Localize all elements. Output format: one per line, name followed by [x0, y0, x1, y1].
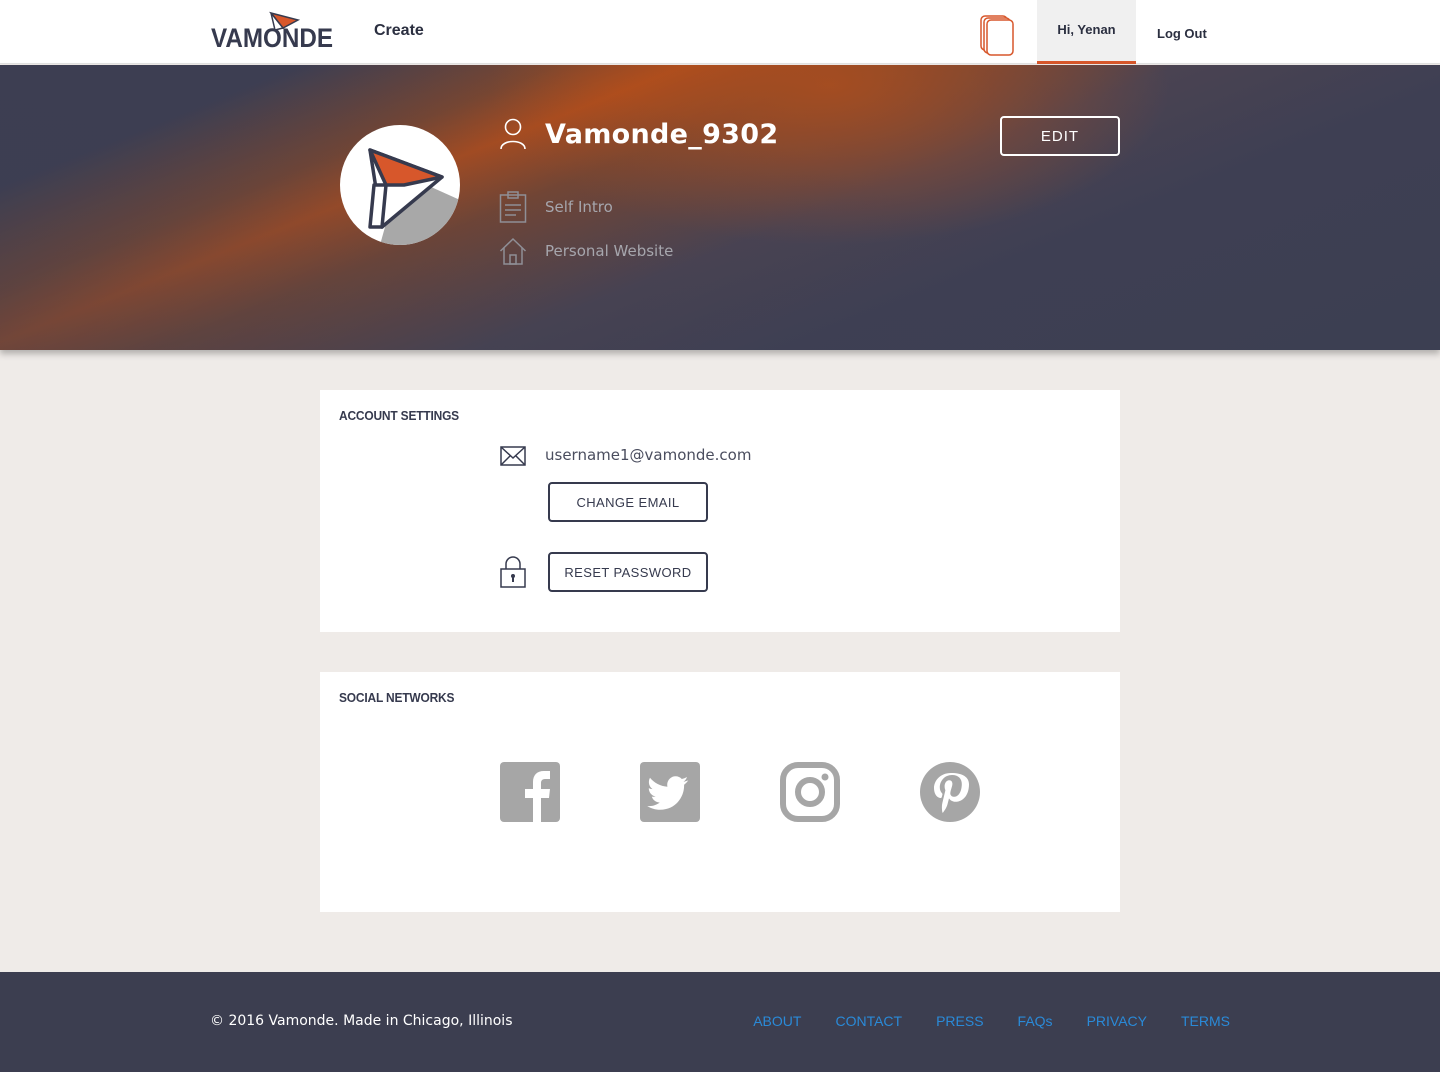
- social-networks-card: SOCIAL NETWORKS: [320, 672, 1120, 912]
- vamonde-logo[interactable]: VAMONDE: [211, 10, 335, 53]
- footer-link-terms[interactable]: TERMS: [1181, 1013, 1230, 1029]
- username-row: Vamonde_9302: [499, 117, 778, 151]
- website-placeholder[interactable]: Personal Website: [545, 242, 673, 260]
- self-intro-row[interactable]: Self Intro: [499, 190, 613, 224]
- account-settings-title: ACCOUNT SETTINGS: [339, 408, 459, 423]
- footer-links: ABOUT CONTACT PRESS FAQs PRIVACY TERMS: [753, 1013, 1230, 1029]
- facebook-icon[interactable]: [500, 762, 560, 822]
- logo-text: VAMONDE: [211, 23, 333, 50]
- account-settings-card: ACCOUNT SETTINGS username1@vamonde.com C…: [320, 390, 1120, 632]
- clipboard-icon: [499, 191, 527, 223]
- top-nav: VAMONDE Create Hi, Yenan Log Out: [0, 0, 1440, 64]
- footer-link-faqs[interactable]: FAQs: [1018, 1013, 1053, 1029]
- account-email: username1@vamonde.com: [545, 446, 752, 464]
- footer-link-about[interactable]: ABOUT: [753, 1013, 801, 1029]
- user-menu[interactable]: Hi, Yenan: [1037, 0, 1136, 64]
- footer-link-contact[interactable]: CONTACT: [835, 1013, 902, 1029]
- lock-icon: [500, 556, 526, 588]
- website-row[interactable]: Personal Website: [499, 234, 673, 268]
- twitter-icon[interactable]: [640, 762, 700, 822]
- username: Vamonde_9302: [545, 118, 779, 150]
- instagram-icon[interactable]: [780, 762, 840, 822]
- footer-link-privacy[interactable]: PRIVACY: [1087, 1013, 1147, 1029]
- user-icon: [500, 118, 526, 150]
- footer: © 2016 Vamonde. Made in Chicago, Illinoi…: [0, 972, 1440, 1072]
- home-icon: [499, 237, 527, 265]
- footer-link-press[interactable]: PRESS: [936, 1013, 983, 1029]
- logout-link[interactable]: Log Out: [1157, 26, 1207, 41]
- mail-icon: [500, 446, 526, 466]
- documents-icon[interactable]: [978, 13, 1016, 57]
- hero-overlay: [0, 65, 1440, 350]
- create-link[interactable]: Create: [374, 22, 424, 40]
- pinterest-icon[interactable]: [920, 762, 980, 822]
- profile-hero: Vamonde_9302 Self Intro Personal Website…: [0, 65, 1440, 350]
- edit-profile-button[interactable]: EDIT: [1000, 116, 1120, 156]
- self-intro-placeholder[interactable]: Self Intro: [545, 198, 613, 216]
- copyright-text: © 2016 Vamonde. Made in Chicago, Illinoi…: [210, 1013, 513, 1029]
- change-email-button[interactable]: CHANGE EMAIL: [548, 482, 708, 522]
- social-networks-title: SOCIAL NETWORKS: [339, 690, 455, 705]
- avatar[interactable]: [340, 125, 460, 245]
- reset-password-button[interactable]: RESET PASSWORD: [548, 552, 708, 592]
